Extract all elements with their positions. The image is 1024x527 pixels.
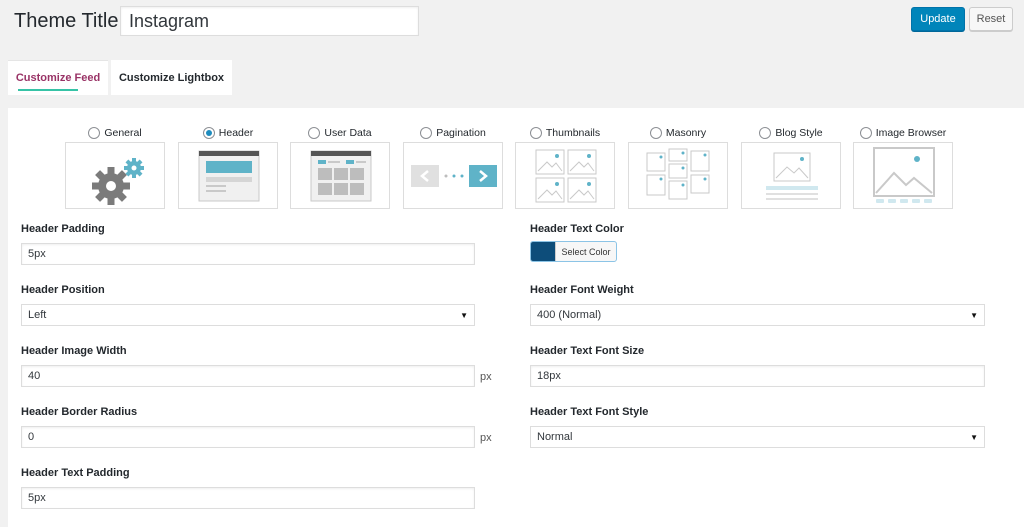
radio-header[interactable] xyxy=(202,126,215,139)
radio-thumbnails[interactable] xyxy=(529,126,542,139)
user-data-preview[interactable] xyxy=(290,142,390,209)
type-label-user-data: User Data xyxy=(324,126,372,139)
type-label-header: Header xyxy=(218,126,254,139)
header-image-width-input[interactable] xyxy=(21,365,475,387)
gears-icon xyxy=(92,158,144,205)
select-color-button[interactable]: Select Color xyxy=(555,242,616,261)
header-position-select[interactable]: Left ▼ xyxy=(21,304,475,326)
pagination-preview[interactable] xyxy=(403,142,503,209)
header-text-padding-input[interactable] xyxy=(21,487,475,509)
reset-button[interactable]: Reset xyxy=(969,7,1013,31)
type-option-blog-style[interactable]: Blog Style xyxy=(741,124,841,209)
header-text-font-style-select[interactable]: Normal ▼ xyxy=(530,426,985,448)
chevron-down-icon: ▼ xyxy=(970,310,978,320)
radio-pagination[interactable] xyxy=(420,126,433,139)
type-label-thumbnails: Thumbnails xyxy=(545,126,601,139)
chevron-down-icon: ▼ xyxy=(970,432,978,442)
header-text-font-size-input[interactable] xyxy=(530,365,985,387)
type-option-general[interactable]: General xyxy=(65,124,165,209)
header-layout-icon xyxy=(198,150,260,202)
type-option-thumbnails[interactable]: Thumbnails xyxy=(515,124,615,209)
header-text-color-label: Header Text Color xyxy=(530,223,624,235)
update-button[interactable]: Update xyxy=(911,7,965,31)
header-font-weight-label: Header Font Weight xyxy=(530,284,634,296)
header-text-padding-label: Header Text Padding xyxy=(21,467,130,479)
type-option-header[interactable]: Header xyxy=(178,124,278,209)
image-browser-preview[interactable] xyxy=(853,142,953,209)
theme-title-label: Theme Title xyxy=(14,10,119,32)
tab-customize-feed-label: Customize Feed xyxy=(15,72,101,84)
pagination-arrows-icon xyxy=(411,165,497,187)
radio-masonry[interactable] xyxy=(649,126,662,139)
radio-blog-style[interactable] xyxy=(759,126,772,139)
header-position-value: Left xyxy=(28,309,47,321)
blog-style-preview[interactable] xyxy=(741,142,841,209)
type-option-masonry[interactable]: Masonry xyxy=(628,124,728,209)
tab-customize-feed[interactable]: Customize Feed xyxy=(8,60,108,95)
radio-user-data[interactable] xyxy=(308,126,321,139)
type-option-image-browser[interactable]: Image Browser xyxy=(853,124,953,209)
type-label-pagination: Pagination xyxy=(436,126,486,139)
theme-title-input[interactable] xyxy=(120,6,419,36)
type-option-pagination[interactable]: Pagination xyxy=(403,124,503,209)
header-padding-input[interactable] xyxy=(21,243,475,265)
image-browser-icon xyxy=(873,147,935,203)
tab-active-indicator xyxy=(18,89,78,91)
type-label-image-browser: Image Browser xyxy=(875,126,947,139)
type-label-general: General xyxy=(104,126,142,139)
header-border-radius-label: Header Border Radius xyxy=(21,406,138,418)
tab-customize-lightbox-label: Customize Lightbox xyxy=(118,71,225,84)
header-image-width-label: Header Image Width xyxy=(21,345,127,357)
masonry-grid-icon xyxy=(646,148,710,200)
header-border-radius-unit: px xyxy=(480,432,492,444)
header-font-weight-value: 400 (Normal) xyxy=(537,309,602,321)
radio-general[interactable] xyxy=(88,126,101,139)
header-text-font-style-value: Normal xyxy=(537,431,573,443)
header-text-color-picker[interactable]: Select Color xyxy=(530,241,617,262)
header-font-weight-select[interactable]: 400 (Normal) ▼ xyxy=(530,304,985,326)
radio-image-browser[interactable] xyxy=(859,126,872,139)
chevron-down-icon: ▼ xyxy=(460,310,468,320)
user-data-layout-icon xyxy=(310,150,372,202)
color-swatch[interactable] xyxy=(531,242,555,261)
header-text-font-style-label: Header Text Font Style xyxy=(530,406,649,418)
tab-customize-lightbox[interactable]: Customize Lightbox xyxy=(111,60,232,95)
thumbnails-preview[interactable] xyxy=(515,142,615,209)
general-preview[interactable] xyxy=(65,142,165,209)
thumbnails-grid-icon xyxy=(535,149,597,203)
header-padding-label: Header Padding xyxy=(21,223,105,235)
blog-style-icon xyxy=(766,152,818,200)
header-position-label: Header Position xyxy=(21,284,105,296)
type-label-blog-style: Blog Style xyxy=(775,126,823,139)
type-option-user-data[interactable]: User Data xyxy=(290,124,390,209)
header-preview[interactable] xyxy=(178,142,278,209)
type-label-masonry: Masonry xyxy=(665,126,707,139)
header-text-font-size-label: Header Text Font Size xyxy=(530,345,645,357)
header-image-width-unit: px xyxy=(480,371,492,383)
header-border-radius-input[interactable] xyxy=(21,426,475,448)
masonry-preview[interactable] xyxy=(628,142,728,209)
